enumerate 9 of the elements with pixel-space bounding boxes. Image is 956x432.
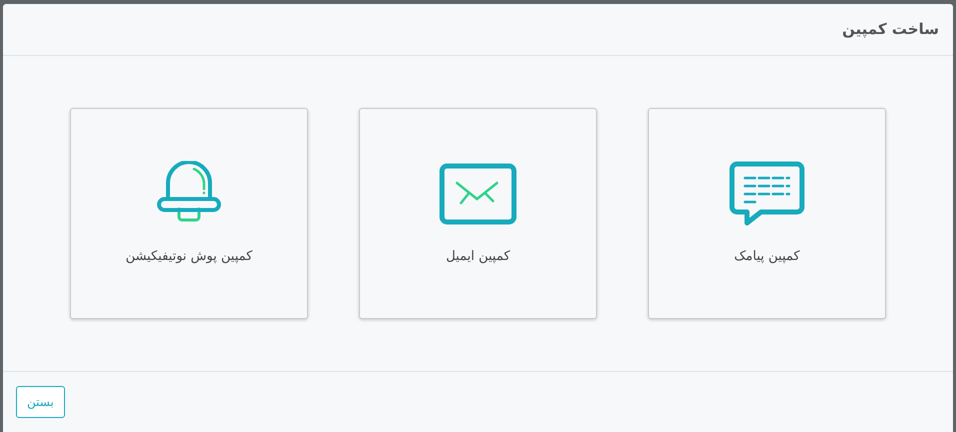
- campaign-card[interactable]: کمپین پیامک: [648, 108, 886, 319]
- card-label: کمپین پوش نوتیفیکیشن: [126, 248, 252, 266]
- dialog-title: ساخت کمپین: [842, 19, 939, 40]
- envelope-icon: [439, 163, 517, 225]
- campaign-card[interactable]: کمپین پوش نوتیفیکیشن: [70, 108, 308, 319]
- chat-bubble-icon: [729, 161, 805, 227]
- campaign-card[interactable]: کمپین ایمیل: [359, 108, 597, 319]
- card-label: کمپین پیامک: [734, 248, 800, 266]
- card-label: کمپین ایمیل: [446, 248, 510, 266]
